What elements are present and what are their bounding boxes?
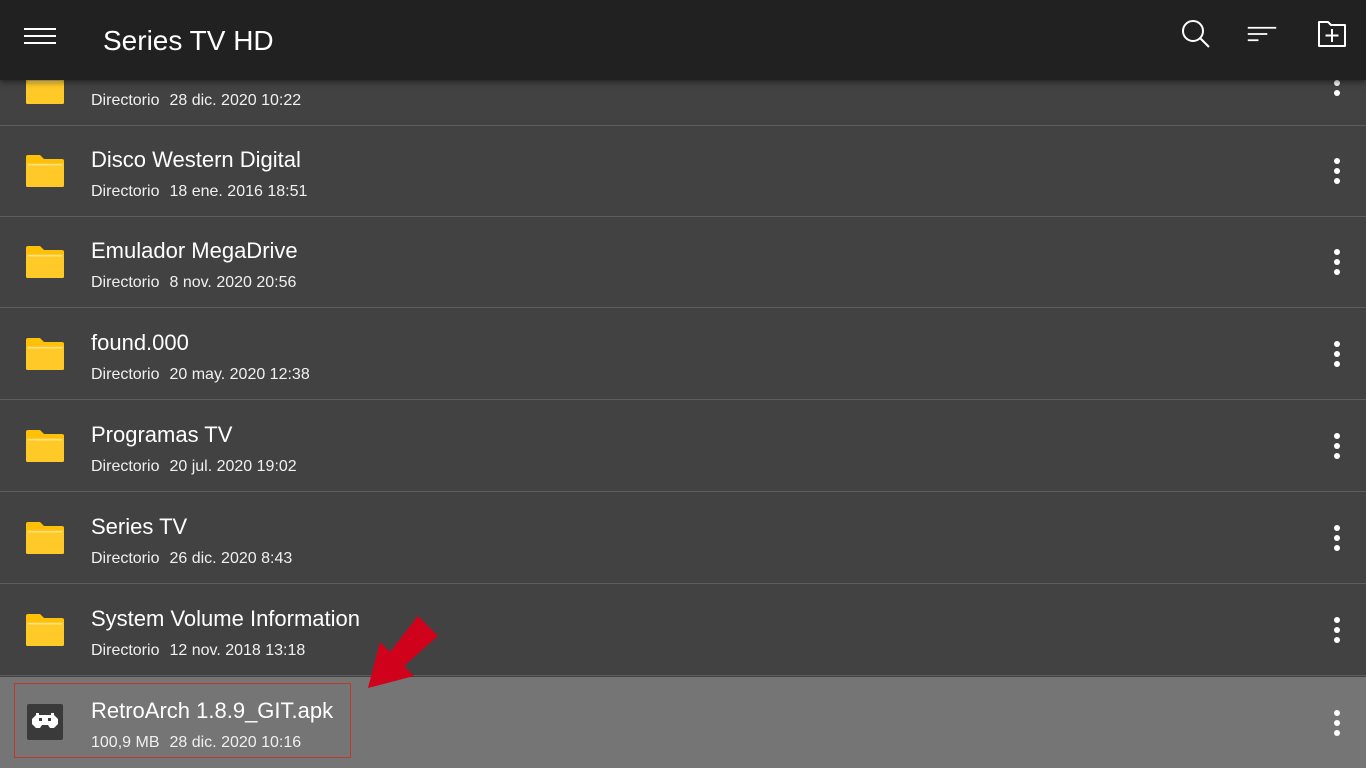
page-title: Series TV HD <box>103 25 274 56</box>
new-folder-icon[interactable] <box>1316 18 1348 50</box>
more-options-icon[interactable] <box>1326 431 1348 461</box>
item-type: Directorio <box>91 366 160 383</box>
folder-icon <box>26 614 64 646</box>
item-name: Emulador MegaDrive <box>91 238 298 263</box>
item-name: Disco Western Digital <box>91 147 301 172</box>
more-options-icon[interactable] <box>1326 339 1348 369</box>
item-name: System Volume Information <box>91 606 361 631</box>
more-options-icon[interactable] <box>1326 523 1348 553</box>
more-options-icon[interactable] <box>1326 156 1348 186</box>
list-item-selected[interactable]: RetroArch 1.8.9_GIT.apk 100,9 MB 28 dic. … <box>0 677 1366 768</box>
item-date: 20 may. 2020 12:38 <box>169 366 310 383</box>
item-meta: Directorio 8 nov. 2020 20:56 <box>91 273 296 293</box>
list-item[interactable]: Series TV Directorio 26 dic. 2020 8:43 <box>0 493 1366 584</box>
list-item[interactable]: System Volume Information Directorio 12 n… <box>0 585 1366 676</box>
item-meta: 100,9 MB 28 dic. 2020 10:16 <box>91 733 301 753</box>
item-meta: Directorio 20 jul. 2020 19:02 <box>91 457 297 477</box>
item-type: Directorio <box>91 183 160 200</box>
folder-icon <box>26 430 64 462</box>
sort-icon[interactable] <box>1246 18 1278 50</box>
item-type: Directorio <box>91 550 160 567</box>
item-meta: Directorio 20 may. 2020 12:38 <box>91 365 310 385</box>
item-name: found.000 <box>91 330 189 355</box>
item-date: 8 nov. 2020 20:56 <box>169 274 297 291</box>
search-icon[interactable] <box>1180 18 1212 50</box>
more-options-icon[interactable] <box>1326 247 1348 277</box>
item-date: 28 dic. 2020 10:22 <box>169 92 302 109</box>
folder-icon <box>26 522 64 554</box>
item-meta: Directorio 12 nov. 2018 13:18 <box>91 641 305 661</box>
folder-icon <box>26 155 64 187</box>
app-bar: Series TV HD <box>0 0 1366 80</box>
list-item[interactable]: Emulador MegaDrive Directorio 8 nov. 2020… <box>0 217 1366 308</box>
item-date: 28 dic. 2020 10:16 <box>169 734 302 751</box>
folder-icon <box>26 338 64 370</box>
item-name: Programas TV <box>91 422 233 447</box>
retroarch-app-icon <box>27 704 63 740</box>
item-meta: Directorio 26 dic. 2020 8:43 <box>91 549 292 569</box>
item-date: 18 ene. 2016 18:51 <box>169 183 308 200</box>
item-meta: Directorio 28 dic. 2020 10:22 <box>91 91 301 111</box>
more-options-icon[interactable] <box>1326 708 1348 738</box>
list-item[interactable]: Programas TV Directorio 20 jul. 2020 19:0… <box>0 401 1366 492</box>
more-options-icon[interactable] <box>1326 615 1348 645</box>
item-type: Directorio <box>91 458 160 475</box>
item-type: Directorio <box>91 274 160 291</box>
item-name: Series TV <box>91 514 188 539</box>
item-type: Directorio <box>91 642 160 659</box>
list-item[interactable]: Disco Western Digital Directorio 18 ene. … <box>0 126 1366 217</box>
item-date: 26 dic. 2020 8:43 <box>169 550 293 567</box>
item-size: 100,9 MB <box>91 734 160 751</box>
item-meta: Directorio 18 ene. 2016 18:51 <box>91 182 307 202</box>
item-date: 20 jul. 2020 19:02 <box>169 458 297 475</box>
menu-icon[interactable] <box>22 24 58 48</box>
item-type: Directorio <box>91 92 160 109</box>
list-item[interactable]: found.000 Directorio 20 may. 2020 12:38 <box>0 309 1366 400</box>
annotation-arrow-icon <box>368 616 438 688</box>
folder-icon <box>26 246 64 278</box>
item-date: 12 nov. 2018 13:18 <box>169 642 306 659</box>
item-name: RetroArch 1.8.9_GIT.apk <box>91 698 334 723</box>
